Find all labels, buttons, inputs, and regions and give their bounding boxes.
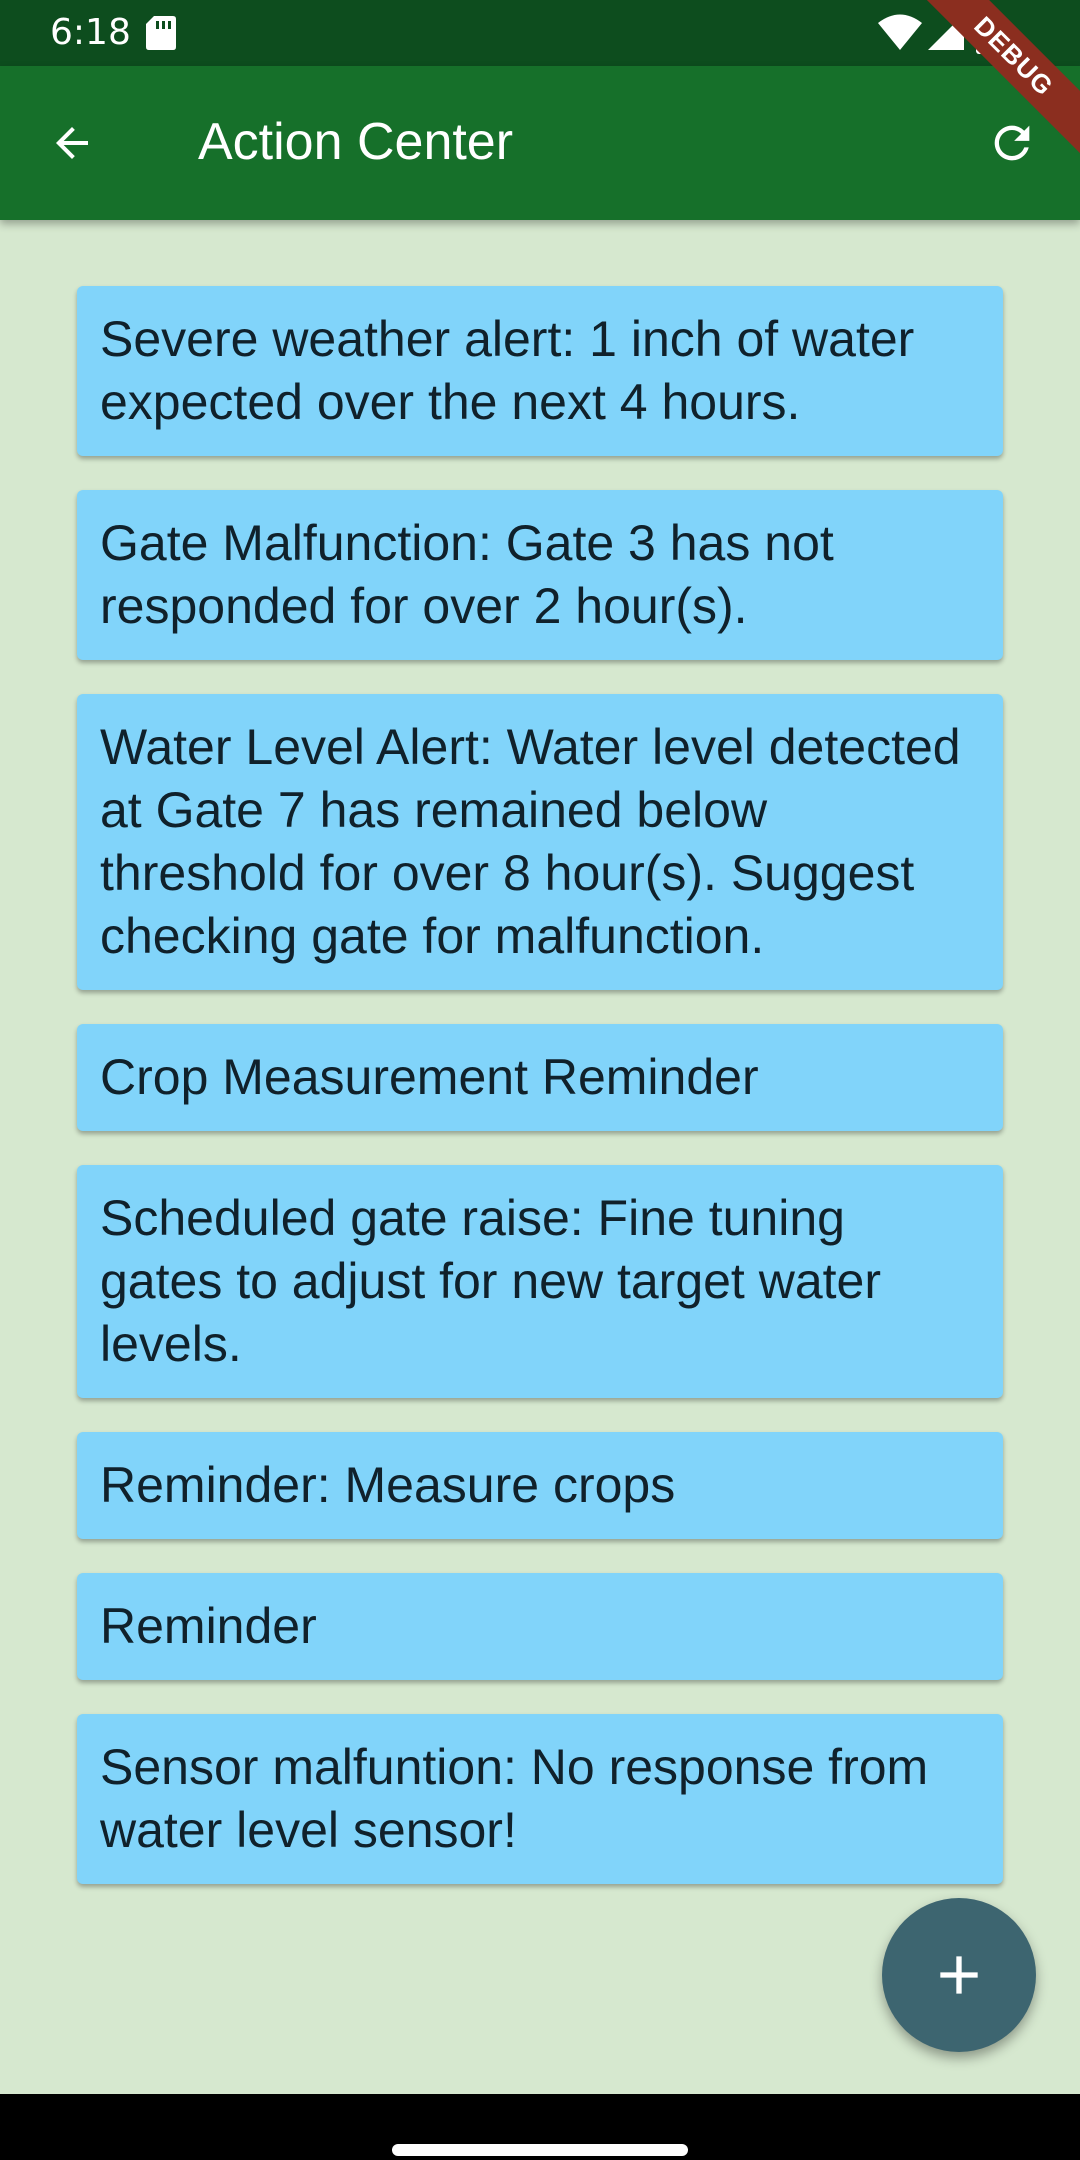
notification-card[interactable]: Reminder: [77, 1573, 1003, 1680]
notification-text: Scheduled gate raise: Fine tuning gates …: [100, 1190, 881, 1372]
arrow-back-icon: [56, 127, 88, 159]
refresh-icon: [994, 125, 1030, 161]
notification-card[interactable]: Crop Measurement Reminder: [77, 1024, 1003, 1131]
notification-card[interactable]: Gate Malfunction: Gate 3 has not respond…: [77, 490, 1003, 660]
wifi-icon: [878, 14, 922, 50]
app-bar: Action Center: [0, 66, 1080, 220]
status-time: 6:18: [50, 12, 131, 53]
notification-card[interactable]: Water Level Alert: Water level detected …: [77, 694, 1003, 990]
notification-card[interactable]: Sensor malfuntion: No response from wate…: [77, 1714, 1003, 1884]
home-indicator[interactable]: [392, 2144, 688, 2156]
notification-card[interactable]: Scheduled gate raise: Fine tuning gates …: [77, 1165, 1003, 1398]
sd-card-icon: [146, 16, 176, 50]
refresh-button[interactable]: [980, 111, 1044, 175]
back-button[interactable]: [40, 111, 104, 175]
notification-list: Severe weather alert: 1 inch of water ex…: [77, 286, 1003, 1918]
notification-text: Water Level Alert: Water level detected …: [100, 719, 961, 964]
notification-text: Gate Malfunction: Gate 3 has not respond…: [100, 515, 834, 634]
plus-icon: [940, 1956, 978, 1994]
notification-text: Reminder: [100, 1598, 317, 1654]
notification-text: Crop Measurement Reminder: [100, 1049, 759, 1105]
page-title: Action Center: [198, 113, 514, 171]
status-bar: 6:18: [0, 0, 1080, 66]
add-button[interactable]: [882, 1898, 1036, 2052]
notification-text: Severe weather alert: 1 inch of water ex…: [100, 311, 915, 430]
notification-text: Reminder: Measure crops: [100, 1457, 676, 1513]
notification-card[interactable]: Reminder: Measure crops: [77, 1432, 1003, 1539]
notification-card[interactable]: Severe weather alert: 1 inch of water ex…: [77, 286, 1003, 456]
notification-text: Sensor malfuntion: No response from wate…: [100, 1739, 929, 1858]
